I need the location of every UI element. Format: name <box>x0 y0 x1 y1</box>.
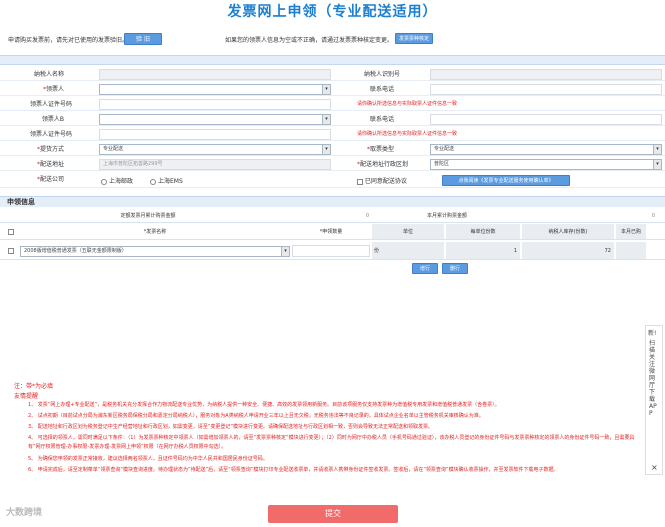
invoice-summary-row: 定额发票月累计购票金额 0 本月累计购票金额 0 <box>0 209 665 223</box>
chevron-down-icon: ▾ <box>322 85 330 94</box>
note-item: 4、 可选择的领票人，需同时满足以下条件：（1）为发票票种核定中领票人（如需增加… <box>28 435 635 450</box>
ticket-type-label: *取票类型 <box>366 146 394 153</box>
row-checkbox[interactable] <box>6 242 16 259</box>
per-unit-value: 1 <box>446 242 520 259</box>
recipient-warning: 请你确认所选信息与实际取票人证件信息一致 <box>357 101 458 107</box>
form-row-address: *配送地址 上海市普陀区拓善路299号 *配送地址行政区划 普陀区 ▾ <box>0 158 665 171</box>
recipient-b-select[interactable]: ▾ <box>99 114 331 125</box>
taxpayer-name-field <box>99 69 331 80</box>
chevron-down-icon: ▾ <box>322 115 330 124</box>
select-all-checkbox[interactable] <box>6 224 16 239</box>
notes-section: 注：带*为必填 友情提醒 1、 发票“网上办理+专业配送”，是税务机关充分发挥合… <box>0 375 665 498</box>
watermark: 大数跨境 <box>6 508 43 518</box>
recipient-id-label: 领票人证件号码 <box>29 101 72 108</box>
submit-button[interactable]: 提交 <box>268 505 398 523</box>
form-row-recipient: *领票人 ▾ 联系电话 <box>0 83 665 96</box>
form-row-recipient-id: 领票人证件号码 请你确认所选信息与实际取票人证件信息一致 <box>0 98 665 111</box>
col-unit: 单位 <box>372 224 444 239</box>
recipient-id-field <box>99 99 331 110</box>
monthly-limit-value: 0 <box>365 213 369 219</box>
chevron-down-icon: ▾ <box>281 247 289 256</box>
notice-row: 申请购买发票前，请先对已使用的发票验旧。 验 旧 如果您的领票人信息为空或不正确… <box>0 31 665 47</box>
radio-icon <box>150 178 156 185</box>
invoice-data-row: 2008版增值税普通发票（五联无金额限制版） ▾ 份 1 72 <box>0 242 665 260</box>
contact-phone-field[interactable] <box>430 84 662 95</box>
recipient-b-label: 领票人B <box>41 116 64 123</box>
required-hint: 注：带*为必填 <box>14 383 54 390</box>
taxpayer-id-label: 纳税人识别号 <box>363 71 400 78</box>
monthly-limit-label: 定额发票月累计购票金额 <box>120 213 176 219</box>
app-promo-text: 扫描关注微网厅 下载APP <box>649 340 657 417</box>
col-month-bought: 本月已购 <box>616 224 646 239</box>
delete-row-button[interactable]: 删行 <box>442 263 468 274</box>
recipient-select[interactable]: ▾ <box>99 84 331 95</box>
verify-old-button[interactable]: 验 旧 <box>124 33 162 45</box>
invoice-name-select[interactable]: 2008版增值税普通发票（五联无金额限制版） ▾ <box>20 246 290 257</box>
ticket-type-select[interactable]: 专业配送 ▾ <box>430 144 662 155</box>
ticket-type-change-button[interactable]: 发票票种核定 <box>395 33 433 44</box>
delivery-address-label: *配送地址 <box>36 161 64 168</box>
contact-phone-label: 联系电话 <box>369 86 394 93</box>
delivery-district-label: *配送地址行政区划 <box>356 161 408 168</box>
verify-notice-text: 申请购买发票前，请先对已使用的发票验旧。 <box>8 37 129 44</box>
invoice-section-title: 申领信息 <box>0 196 665 207</box>
company-option-ems[interactable]: 上海EMS <box>150 176 183 185</box>
change-notice-text: 如果您的领票人信息为空或不正确，请通过发票票种核定变更。 <box>225 37 394 44</box>
delivery-method-label: *提货方式 <box>36 146 64 153</box>
note-item: 1、 发票“网上办理+专业配送”，是税务机关充分发挥合作力物流配送专业优势，为纳… <box>28 402 500 408</box>
chevron-down-icon: ▾ <box>322 145 330 154</box>
invoice-header-row: *发票名称 *申领数量 单位 每单位份数 纳税人库存(份数) 本月已购 <box>0 224 665 240</box>
add-row-button[interactable]: 增行 <box>412 263 438 274</box>
taxpayer-id-field <box>430 69 662 80</box>
close-icon[interactable]: × <box>651 463 658 472</box>
agree-protocol[interactable]: 已同意配送协议 <box>357 176 407 185</box>
chevron-down-icon: ▾ <box>653 145 661 154</box>
recipient-label: *领票人 <box>42 86 64 93</box>
form-row-recipient-b: 领票人B ▾ 联系电话 <box>0 113 665 126</box>
note-item: 3、 配送地址和行政区划为税务登记中生产经营地址和行政区划，如需变更，请至“变更… <box>28 424 433 430</box>
delivery-address-field: 上海市普陀区拓善路299号 <box>99 159 331 170</box>
checkbox-icon <box>8 247 14 254</box>
taxpayer-name-label: 纳税人名称 <box>33 71 64 78</box>
form-row-delivery-method: *提货方式 专业配送 ▾ *取票类型 专业配送 ▾ <box>0 143 665 156</box>
note-item: 2、 试点初期（目前试点分局为浦东新区税务局保税分局和嘉定分局纳税人），服务对象… <box>28 413 484 419</box>
form-section-bar <box>0 55 665 65</box>
checkbox-icon <box>8 228 14 235</box>
monthly-total-label: 本月累计购票金额 <box>426 213 467 219</box>
quantity-input[interactable] <box>292 245 370 257</box>
recipient-b-id-label: 领票人证件号码 <box>29 131 72 138</box>
col-quantity: *申领数量 <box>319 229 343 235</box>
delivery-district-select[interactable]: 普陀区 ▾ <box>430 159 662 170</box>
recipient-b-warning: 请你确认所选信息与实际取票人证件信息一致 <box>357 131 458 137</box>
company-option-post[interactable]: 上海邮政 <box>101 176 133 185</box>
note-item: 6、 申请完成后，请至定制菜单“领票查询”模块查询进度。待办理状态为“待配送”后… <box>28 467 559 473</box>
form-row-company: *配送公司 上海邮政 上海EMS 已同意配送协议 点我阅读《发票专业配送服务使用… <box>0 173 665 188</box>
col-stock: 纳税人库存(份数) <box>522 224 614 239</box>
recipient-b-id-field <box>99 129 331 140</box>
app-promo-float[interactable]: 新! 扫描关注微网厅 下载APP × <box>645 325 663 475</box>
month-bought-value <box>616 242 646 259</box>
form-row-taxpayer: 纳税人名称 纳税人识别号 <box>0 68 665 81</box>
col-invoice-name: *发票名称 <box>143 229 167 235</box>
radio-icon <box>101 178 107 185</box>
monthly-total-value: 0 <box>651 213 655 219</box>
delivery-method-select[interactable]: 专业配送 ▾ <box>99 144 331 155</box>
agreement-read-button[interactable]: 点我阅读《发票专业配送服务使用确认单》 <box>442 175 570 186</box>
new-badge: 新! <box>648 330 657 337</box>
col-per-unit: 每单位份数 <box>446 224 520 239</box>
checkbox-icon <box>357 178 363 185</box>
contact-phone-b-field[interactable] <box>430 114 662 125</box>
contact-phone-b-label: 联系电话 <box>369 116 394 123</box>
stock-value: 72 <box>522 242 614 259</box>
chevron-down-icon: ▾ <box>653 160 661 169</box>
page-title: 发票网上申领（专业配送适用） <box>227 4 438 20</box>
tips-title: 友情提醒 <box>14 393 39 400</box>
note-item: 5、 为确保您申领的发票正常接收，建议选择两名领票人，且证件号码均为中华人民共和… <box>28 456 268 462</box>
delivery-company-label: *配送公司 <box>36 176 64 183</box>
form-row-recipient-b-id: 领票人证件号码 请你确认所选信息与实际取票人证件信息一致 <box>0 128 665 141</box>
unit-value: 份 <box>372 242 444 259</box>
